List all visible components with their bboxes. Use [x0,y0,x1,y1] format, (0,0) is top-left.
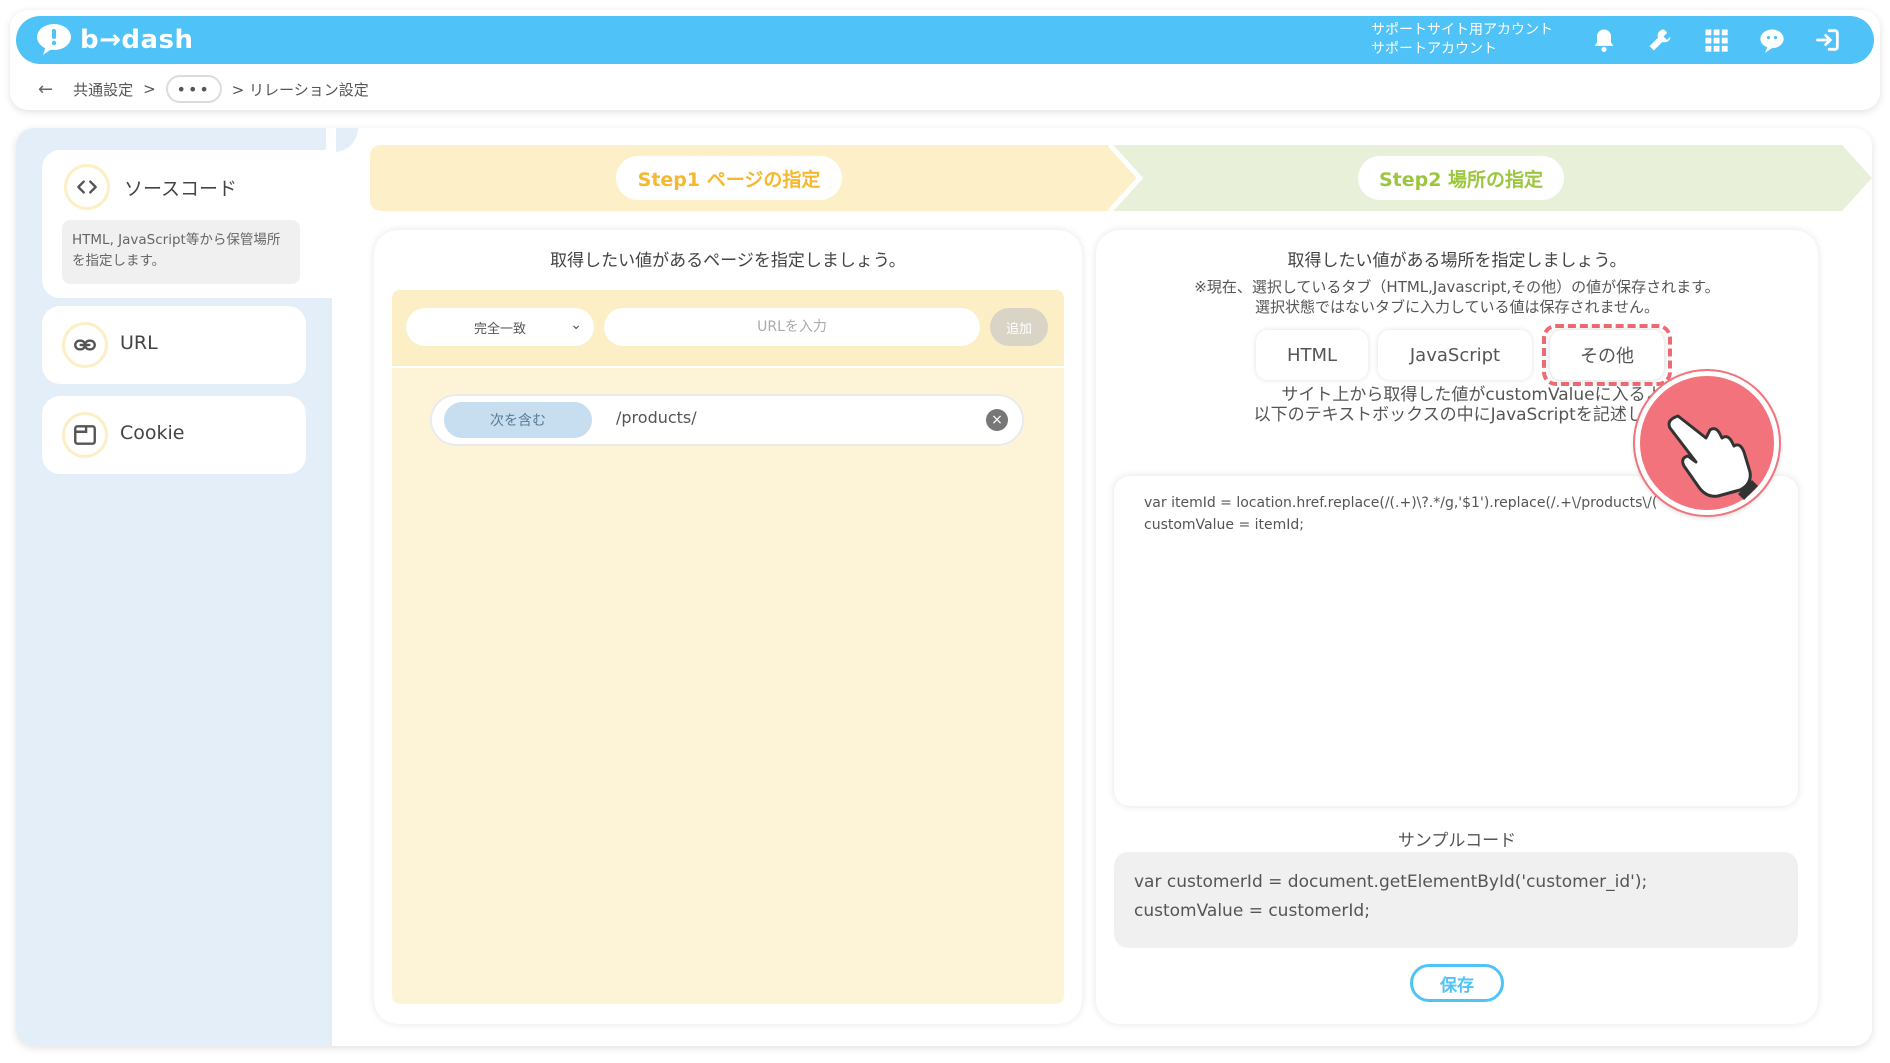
location-spec-title: 取得したい値がある場所を指定しましょう。 [1287,251,1627,271]
add-button[interactable]: 追加 [990,308,1048,346]
sample-code-line1: var customerId = document.getElementById… [1134,872,1648,892]
condition-value: /products/ [616,408,697,427]
sample-code-title: サンプルコード [1397,831,1517,851]
account-info[interactable]: サポートサイト用アカウント サポートアカウント [1371,21,1553,59]
code-brackets-icon [64,164,110,210]
breadcrumb-current: > リレーション設定 [231,80,369,99]
sidebar-item-cookie[interactable]: Cookie [42,396,306,474]
url-input-bar: 完全一致 ⌄ 追加 [392,290,1064,366]
link-icon [62,322,108,368]
notice-line1: ※現在、選択しているタブ（HTML,Javascript,その他）の値が保存され… [1194,278,1720,296]
main-frame: ソースコード HTML, JavaScript等から保管場所を指定します。 UR… [16,128,1872,1046]
sidebar-item-source-code[interactable]: ソースコード HTML, JavaScript等から保管場所を指定します。 [42,150,326,298]
match-type-value: 完全一致 [473,321,526,337]
app-header: b→dash サポートサイト用アカウント サポートアカウント [16,16,1874,64]
sidebar-item-label: URL [120,332,158,354]
chevron-down-icon: ⌄ [570,317,582,333]
notice-line2: 選択状態ではないタブに入力している値は保存されません。 [1254,298,1660,316]
location-spec-panel: 取得したい値がある場所を指定しましょう。 ※現在、選択しているタブ（HTML,J… [1096,230,1818,1024]
wrench-icon[interactable] [1644,24,1676,56]
breadcrumb: ← 共通設定 > ••• > リレーション設定 [38,74,369,104]
account-name: サポートサイト用アカウント [1371,22,1553,38]
url-input[interactable] [604,308,980,346]
bell-icon[interactable] [1588,24,1620,56]
page-spec-panel: 取得したい値があるページを指定しましょう。 完全一致 ⌄ 追加 次を含む /pr… [374,230,1082,1024]
condition-type-chip[interactable]: 次を含む [444,402,592,438]
url-condition-list: 次を含む /products/ × [392,368,1064,1004]
sidebar-item-label: Cookie [120,422,185,444]
sidebar-item-url[interactable]: URL [42,306,306,384]
tab-other[interactable]: その他 [1550,330,1664,380]
sample-code-line2: customValue = customerId; [1134,901,1370,921]
support-chat-icon[interactable] [1756,24,1788,56]
step1-label: Step1 ページの指定 [616,156,842,200]
apps-grid-icon[interactable] [1700,24,1732,56]
url-condition-row: 次を含む /products/ × [430,394,1024,446]
breadcrumb-more-button[interactable]: ••• [165,75,222,103]
breadcrumb-item-common-settings[interactable]: 共通設定 [73,79,133,100]
sidebar-item-label: ソースコード [124,178,238,200]
account-user: サポートアカウント [1371,41,1497,57]
match-type-select[interactable]: 完全一致 ⌄ [406,308,594,346]
logo-mark-icon [37,24,71,55]
browser-window-icon [62,412,108,458]
page-spec-title: 取得したい値があるページを指定しましょう。 [550,251,906,271]
sidebar-item-description: HTML, JavaScript等から保管場所を指定します。 [62,220,300,284]
tab-javascript[interactable]: JavaScript [1378,330,1532,380]
sample-code-box: var customerId = document.getElementById… [1114,852,1798,948]
step2-label: Step2 場所の指定 [1358,156,1564,200]
bdash-logo[interactable]: b→dash [34,22,194,58]
javascript-code-textarea[interactable]: var itemId = location.href.replace(/(.+)… [1114,476,1798,806]
save-button[interactable]: 保存 [1410,964,1504,1002]
logo-text: b→dash [80,25,194,55]
logout-icon[interactable] [1812,24,1844,56]
tab-html[interactable]: HTML [1256,330,1368,380]
breadcrumb-separator: > [143,80,156,98]
tap-hand-pointer-icon [1635,371,1779,515]
sidebar-selected-connector [326,128,336,298]
back-arrow-icon[interactable]: ← [38,79,53,100]
clear-icon[interactable]: × [986,409,1008,431]
